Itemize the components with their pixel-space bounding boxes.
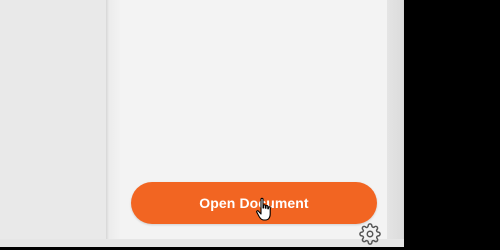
bottom-strip xyxy=(0,239,404,247)
pane-divider[interactable] xyxy=(106,0,120,247)
open-document-button[interactable]: Open Document xyxy=(131,182,377,224)
gear-icon[interactable] xyxy=(359,223,381,245)
left-pane xyxy=(0,0,106,247)
panel-edge xyxy=(387,0,404,247)
